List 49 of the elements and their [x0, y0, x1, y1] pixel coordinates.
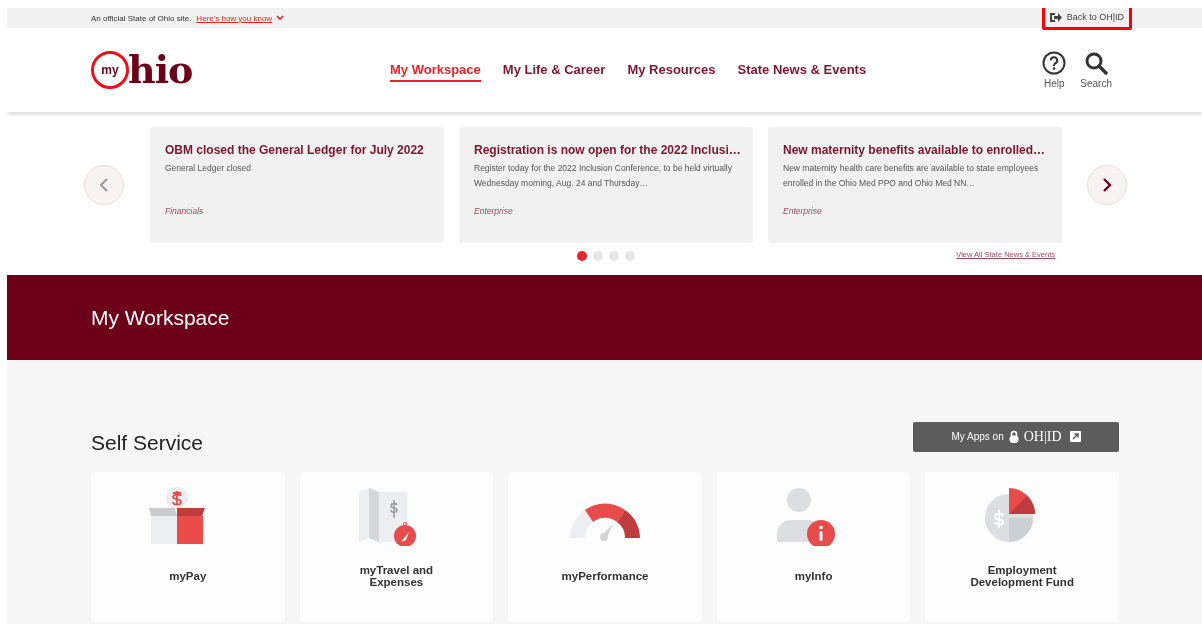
chevron-down-icon [276, 15, 285, 21]
news-card[interactable]: New maternity benefits available to enrolled… New maternity health care benefits are available to state employees enrolled in the Ohio Med PPO and Ohio Med NN… Enterprise [768, 127, 1062, 243]
previous-button[interactable] [84, 165, 124, 205]
tile-label: Employment Development Fund [969, 564, 1075, 588]
carousel-dot[interactable] [593, 251, 603, 261]
nav-link[interactable]: My Resources [627, 58, 716, 82]
tile-label: myInfo [793, 570, 834, 582]
news-title[interactable]: Registration is now open for the 2022 Inclusi… [474, 143, 738, 157]
carousel-dot[interactable] [625, 251, 635, 261]
news-card[interactable]: Registration is now open for the 2022 Inclusi… Register today for the 2022 Inclusion Conference, to be held virtually Wednesday morning, Aug. 24 and Thursday… Enterprise [459, 127, 753, 243]
news-summary: Register today for the 2022 Inclusion Conference, to be held virtually Wednesday morning, Aug. 24 and Thursday… [474, 162, 733, 190]
next-button[interactable] [1087, 165, 1127, 205]
official-site-text: An official State of Ohio site. [91, 13, 192, 23]
nav-link[interactable]: State News & Events [737, 58, 867, 82]
sign-out-icon [1049, 11, 1062, 23]
search-icon [1084, 51, 1109, 75]
app-tile[interactable]: Employment Development Fund [925, 472, 1119, 622]
back-to-ohid-button[interactable]: Back to OH|ID [1041, 8, 1132, 30]
news-title[interactable]: OBM closed the General Ledger for July 2022 [165, 143, 429, 157]
tile-label: myTravel and Expenses [358, 564, 435, 588]
help-icon [1042, 51, 1067, 75]
news-title[interactable]: New maternity benefits available to enrolled… [783, 143, 1047, 157]
my-apps-button[interactable]: My Apps on OH|ID [913, 421, 1119, 452]
news-card[interactable]: OBM closed the General Ledger for July 2022 General Ledger closed Financials [150, 127, 444, 243]
app-tile[interactable]: myPerformance [508, 472, 702, 622]
lock-icon [1008, 430, 1019, 443]
myohio-logo[interactable]: my hio [91, 51, 201, 89]
search-button[interactable]: Search [1080, 51, 1112, 89]
external-link-icon [1069, 431, 1081, 442]
news-category: Financials [165, 206, 205, 216]
app-tile[interactable]: myInfo [716, 472, 911, 622]
news-summary: New maternity health care benefits are available to state employees enrolled in the Ohio Med PPO and Ohio Med NN… [783, 162, 1040, 190]
help-button[interactable]: Help [1042, 51, 1067, 89]
tile-label: myPay [168, 570, 208, 582]
tile-label: myPerformance [560, 570, 650, 582]
section-title: Self Service [91, 430, 204, 455]
nav-link[interactable]: My Workspace [390, 58, 481, 82]
app-tile[interactable]: myPay [91, 472, 285, 622]
nav-link[interactable]: My Life & Career [502, 58, 606, 82]
chevron-left-icon [99, 178, 109, 192]
news-category: Enterprise [783, 206, 823, 216]
how-you-know-link[interactable]: Here's how you know [196, 13, 285, 23]
chevron-right-icon [1102, 178, 1112, 192]
news-summary: General Ledger closed [165, 162, 252, 175]
banner-title: My Workspace [91, 305, 230, 330]
carousel-dot[interactable] [609, 251, 619, 261]
app-tile[interactable]: myTravel and Expenses [299, 472, 494, 622]
carousel-dot[interactable] [577, 251, 587, 261]
news-category: Enterprise [474, 206, 514, 216]
